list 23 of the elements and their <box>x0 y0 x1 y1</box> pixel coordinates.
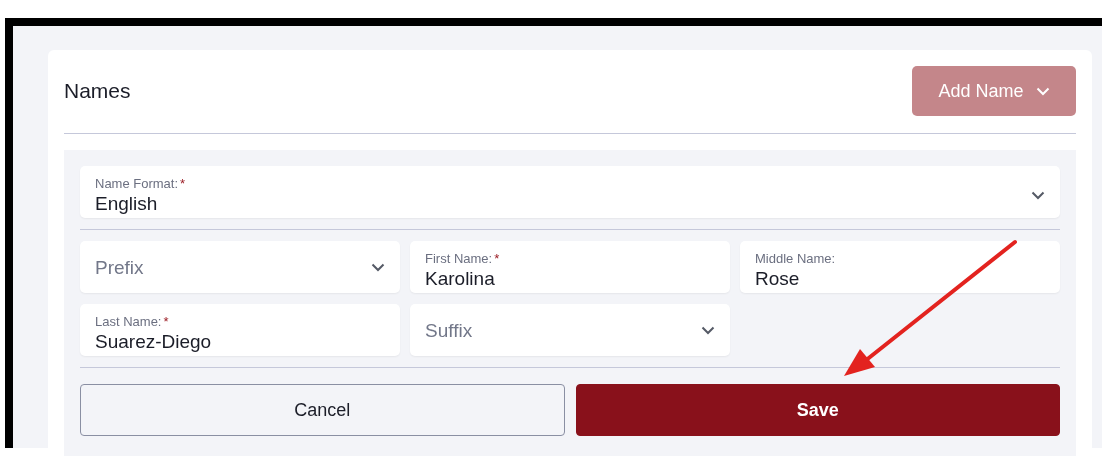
field-label: Last Name:* <box>95 313 170 330</box>
field-label: First Name:* <box>425 250 501 267</box>
placeholder-text: Prefix <box>95 255 145 279</box>
chevron-down-icon <box>701 325 715 335</box>
save-button[interactable]: Save <box>575 384 1060 436</box>
text-field[interactable]: Last Name:* Suarez-Diego <box>80 304 400 356</box>
select-field[interactable]: Suffix <box>410 304 730 356</box>
placeholder-text: Suffix <box>425 318 474 342</box>
field-label: Name Format:* <box>95 175 187 192</box>
chevron-down-icon <box>371 262 385 272</box>
select-field[interactable]: Name Format:* English <box>80 166 1060 218</box>
field-label: Middle Name: <box>755 250 837 267</box>
text-field[interactable]: Middle Name: Rose <box>740 241 1060 293</box>
cancel-button[interactable]: Cancel <box>80 384 565 436</box>
field-value: Suarez-Diego <box>95 329 213 353</box>
field-value: Karolina <box>425 266 496 290</box>
section-title: Names <box>64 79 131 103</box>
field-value: Rose <box>755 266 801 290</box>
select-field[interactable]: Prefix <box>80 241 400 293</box>
text-field[interactable]: First Name:* Karolina <box>410 241 730 293</box>
field-value: English <box>95 191 159 215</box>
chevron-down-icon <box>1035 86 1050 96</box>
chevron-down-icon <box>1031 190 1045 200</box>
